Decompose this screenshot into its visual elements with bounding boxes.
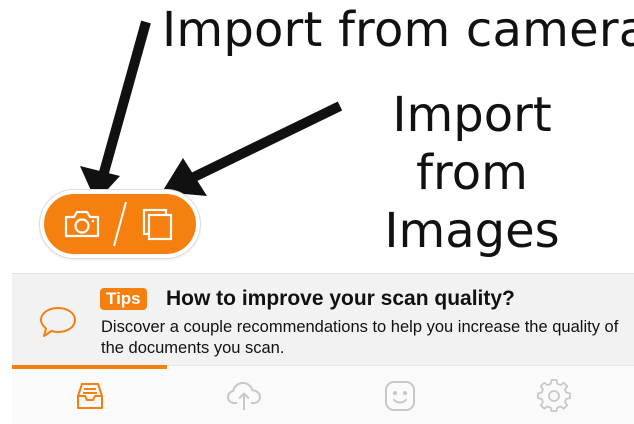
- tab-settings[interactable]: [504, 374, 604, 418]
- import-from-camera-button[interactable]: [44, 194, 120, 254]
- gear-icon: [537, 379, 571, 412]
- smiley-face-icon: [385, 381, 415, 411]
- import-pill-background: [44, 194, 196, 254]
- tab-assistant[interactable]: [350, 374, 450, 418]
- arrow-to-images-button: [162, 101, 343, 196]
- tab-scans[interactable]: [40, 374, 140, 418]
- tips-description: Discover a couple recommendations to hel…: [101, 318, 619, 357]
- arrow-to-camera-button: [80, 20, 151, 202]
- active-tab-indicator: [12, 365, 167, 369]
- inbox-tray-icon: [77, 383, 103, 409]
- tab-upload[interactable]: [194, 374, 294, 418]
- import-pill: [40, 190, 200, 258]
- images-icon: [142, 208, 173, 241]
- annotation-import-from-images: Import from Images: [384, 87, 560, 259]
- speech-bubble-icon: [40, 307, 76, 337]
- annotation-import-from-camera: Import from camera: [162, 2, 634, 58]
- cloud-upload-icon: [227, 382, 261, 410]
- tab-bar: [12, 365, 634, 424]
- camera-icon: [64, 210, 100, 238]
- tips-title: How to improve your scan quality?: [166, 287, 515, 310]
- import-from-images-button[interactable]: [120, 194, 196, 254]
- tips-card[interactable]: Tips How to improve your scan quality? D…: [12, 273, 634, 366]
- tips-badge: Tips: [100, 288, 147, 310]
